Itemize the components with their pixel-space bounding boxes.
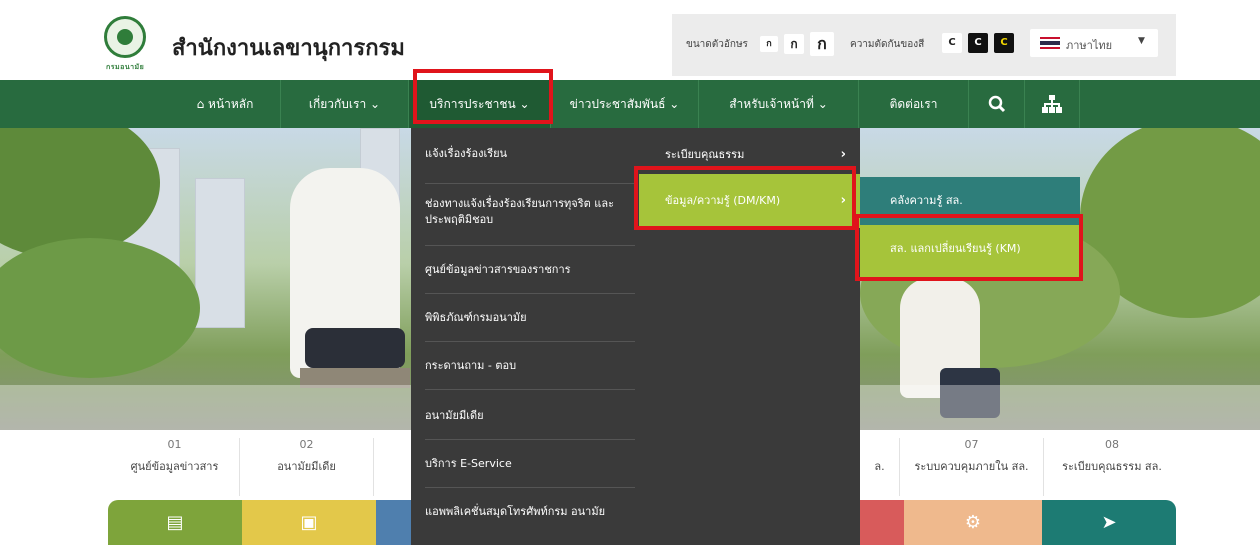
site-header: กรมอนามัย สำนักงานเลขานุการกรม ขนาดตัวอั…: [0, 0, 1260, 80]
main-navigation: ⌂ หน้าหลัก เกี่ยวกับเรา ⌄ บริการประชาชน …: [0, 80, 1260, 128]
service-label: ระบบควบคุมภายใน สล.: [914, 460, 1029, 473]
contrast-label: ความตัดกันของสี: [850, 39, 925, 50]
language-label: ภาษาไทย: [1066, 39, 1113, 52]
nav-about-label: เกี่ยวกับเรา: [308, 97, 367, 111]
font-size-label: ขนาดตัวอักษร: [686, 39, 748, 50]
service-label: ศูนย์ข้อมูลข่าวสาร: [130, 460, 219, 473]
logo-caption: กรมอนามัย: [106, 63, 145, 71]
thai-flag-icon: [1040, 37, 1060, 49]
search-icon[interactable]: [968, 80, 1024, 128]
chevron-down-icon: ⌄: [669, 97, 680, 111]
font-size-large-button[interactable]: ก: [810, 32, 834, 56]
service-card[interactable]: [860, 500, 904, 545]
dm-km-submenu: คลังความรู้ สล. สล. แลกเปลี่ยนเรียนรู้ (…: [860, 177, 1080, 281]
service-item[interactable]: 01 ศูนย์ข้อมูลข่าวสาร: [110, 438, 240, 496]
home-icon: ⌂: [196, 97, 205, 111]
building: [195, 178, 245, 328]
gavel-icon[interactable]: ➤: [1042, 500, 1176, 545]
person-legs: [305, 328, 405, 368]
submenu-item-knowledge-bank[interactable]: คลังความรู้ สล.: [860, 177, 1080, 225]
clipboard-icon[interactable]: ▤: [108, 500, 242, 545]
chevron-down-icon: ⌄: [370, 97, 381, 111]
service-label: ล.: [874, 460, 885, 473]
nav-services-label: บริการประชาชน: [429, 97, 516, 111]
nav-about[interactable]: เกี่ยวกับเรา ⌄: [280, 80, 408, 128]
nav-pr-label: ข่าวประชาสัมพันธ์: [569, 97, 666, 111]
chevron-down-icon: ▼: [1138, 36, 1145, 46]
font-size-small-button[interactable]: ก: [760, 36, 778, 52]
menu-item-info-center[interactable]: ศูนย์ข้อมูลข่าวสารของราชการ: [425, 262, 635, 294]
service-item[interactable]: 02 อนามัยมีเดีย: [240, 438, 374, 496]
menu-item-anamai-media[interactable]: อนามัยมีเดีย: [425, 408, 635, 440]
submenu-item-km-exchange[interactable]: สล. แลกเปลี่ยนเรียนรู้ (KM): [860, 225, 1080, 281]
service-number: 02: [299, 438, 314, 451]
tree: [0, 238, 200, 378]
services-submenu: ระเบียบคุณธรรม › ข้อมูล/ความรู้ (DM/KM) …: [639, 128, 860, 545]
menu-item-corruption-report[interactable]: ช่องทางแจ้งเรื่องร้องเรียนการทุจริต และป…: [425, 196, 635, 246]
nav-home-label: หน้าหลัก: [208, 97, 254, 111]
language-select[interactable]: ภาษาไทย ▼: [1030, 29, 1158, 57]
sitemap-icon[interactable]: [1024, 80, 1080, 128]
nav-contact-label: ติดต่อเรา: [889, 97, 938, 111]
nav-services[interactable]: บริการประชาชน ⌄: [408, 80, 550, 128]
submenu-item-label: ระเบียบคุณธรรม: [665, 148, 745, 161]
service-item[interactable]: 07 ระบบควบคุมภายใน สล.: [900, 438, 1044, 496]
service-number: 01: [167, 438, 182, 451]
nav-staff-label: สำหรับเจ้าหน้าที่: [729, 97, 814, 111]
contrast-yellow-button[interactable]: C: [994, 33, 1014, 53]
service-number: 08: [1105, 438, 1119, 451]
font-size-medium-button[interactable]: ก: [784, 34, 804, 54]
accessibility-toolbar: ขนาดตัวอักษร ก ก ก ความตัดกันของสี C C C…: [672, 14, 1176, 76]
menu-item-e-service[interactable]: บริการ E-Service: [425, 456, 635, 488]
service-number: 07: [964, 438, 979, 451]
chevron-right-icon: ›: [840, 147, 846, 162]
services-dropdown: แจ้งเรื่องร้องเรียน ช่องทางแจ้งเรื่องร้อ…: [411, 128, 639, 545]
site-title[interactable]: สำนักงานเลขานุการกรม: [172, 30, 405, 65]
chevron-right-icon: ›: [840, 193, 846, 208]
service-card[interactable]: [376, 500, 416, 545]
nav-contact[interactable]: ติดต่อเรา: [858, 80, 968, 128]
nav-home[interactable]: ⌂ หน้าหลัก: [170, 80, 280, 128]
contrast-normal-button[interactable]: C: [942, 33, 962, 53]
submenu-item-ethics[interactable]: ระเบียบคุณธรรม ›: [639, 142, 860, 168]
menu-item-qa-board[interactable]: กระดานถาม - ตอบ: [425, 358, 635, 390]
menu-item-museum[interactable]: พิพิธภัณฑ์กรมอนามัย: [425, 310, 635, 342]
nav-staff[interactable]: สำหรับเจ้าหน้าที่ ⌄: [698, 80, 858, 128]
service-label: อนามัยมีเดีย: [277, 460, 336, 473]
service-label: ระเบียบคุณธรรม สล.: [1062, 460, 1162, 473]
department-logo[interactable]: [104, 16, 146, 58]
chevron-down-icon: ⌄: [519, 97, 530, 111]
contrast-dark-button[interactable]: C: [968, 33, 988, 53]
service-item[interactable]: 08 ระเบียบคุณธรรม สล.: [1044, 438, 1180, 496]
gear-icon[interactable]: ⚙: [904, 500, 1042, 545]
menu-item-complaint[interactable]: แจ้งเรื่องร้องเรียน: [425, 146, 635, 184]
menu-item-phonebook-app[interactable]: แอพพลิเคชั่นสมุดโทรศัพท์กรม อนามัย: [425, 504, 635, 540]
media-file-icon[interactable]: ▣: [242, 500, 376, 545]
submenu-item-label: ข้อมูล/ความรู้ (DM/KM): [665, 194, 781, 207]
chevron-down-icon: ⌄: [817, 97, 828, 111]
nav-pr[interactable]: ข่าวประชาสัมพันธ์ ⌄: [550, 80, 698, 128]
submenu-item-dm-km[interactable]: ข้อมูล/ความรู้ (DM/KM) ›: [639, 174, 860, 228]
service-item[interactable]: ล.: [860, 438, 900, 496]
